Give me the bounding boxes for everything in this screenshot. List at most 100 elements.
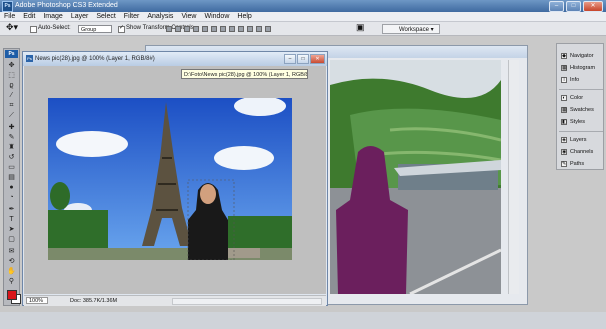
panel-paths-label: Paths [570, 161, 585, 167]
menu-select[interactable]: Select [96, 12, 115, 21]
eraser-tool-icon[interactable]: ▭ [7, 163, 16, 172]
auto-select-checkbox[interactable] [30, 26, 37, 33]
desktop-taskbar [0, 312, 606, 329]
brush-tool-icon[interactable]: ✎ [7, 133, 16, 142]
panel-info[interactable]: i Info [559, 74, 603, 86]
document-canvas[interactable] [48, 98, 292, 260]
clone-stamp-tool-icon[interactable]: ♜ [7, 143, 16, 152]
quick-select-tool-icon[interactable]: ⁄ [7, 91, 16, 100]
panel-swatches[interactable]: ▦ Swatches [559, 104, 603, 116]
auto-select-label: Auto-Select: [38, 25, 71, 31]
panel-histogram[interactable]: ▦ Histogram [559, 62, 603, 74]
menu-filter[interactable]: Filter [124, 12, 140, 21]
paths-icon: ✎ [561, 161, 567, 167]
minimize-button[interactable]: – [549, 1, 564, 12]
document-title: News pic(28).jpg @ 100% (Layer 1, RGB/8#… [35, 56, 155, 62]
menu-window[interactable]: Window [204, 12, 229, 21]
panel-layers[interactable]: ◈ Layers [559, 134, 603, 146]
close-button[interactable]: ✕ [583, 1, 603, 12]
bridge-icon[interactable]: ▣ [356, 23, 365, 32]
align-vcenter-icon[interactable] [175, 26, 181, 32]
foreground-color-swatch[interactable] [7, 290, 17, 300]
panel-navigator[interactable]: ◆ Navigator [559, 50, 603, 62]
crop-tool-icon[interactable]: ⌗ [7, 101, 16, 110]
distribute-hcenter-icon[interactable] [256, 26, 262, 32]
panel-paths[interactable]: ✎ Paths [559, 158, 603, 170]
info-icon: i [561, 77, 567, 83]
pen-tool-icon[interactable]: ✒ [7, 205, 16, 214]
menu-analysis[interactable]: Analysis [147, 12, 173, 21]
background-document-canvas[interactable] [330, 60, 501, 294]
healing-tool-icon[interactable]: ✚ [7, 123, 16, 132]
color-icon: ◐ [561, 95, 567, 101]
hand-tool-icon[interactable]: ✋ [7, 267, 16, 276]
document-minimize-button[interactable]: – [284, 54, 296, 64]
gradient-tool-icon[interactable]: ▤ [7, 173, 16, 182]
dodge-tool-icon[interactable]: ◔ [7, 193, 16, 202]
document-maximize-button[interactable]: □ [297, 54, 309, 64]
blur-tool-icon[interactable]: ● [7, 183, 16, 192]
workspace-button[interactable]: Workspace ▾ [382, 24, 440, 34]
panel-channels-label: Channels [570, 149, 594, 155]
distribute-left-icon[interactable] [247, 26, 253, 32]
path-select-tool-icon[interactable]: ➤ [7, 225, 16, 234]
panel-navigator-label: Navigator [570, 53, 594, 59]
hillside-road-image [330, 60, 501, 294]
document-path-tooltip: D:\Foto\News pic(28).jpg @ 100% (Layer 1… [181, 69, 308, 79]
menu-file[interactable]: File [4, 12, 15, 21]
tools-panel: Ps ✥ ⬚ ϱ ⁄ ⌗ ⟋ ✚ ✎ ♜ ↺ ▭ ▤ ● ◔ ✒ T ➤ ▢ ✉… [3, 48, 21, 306]
app-window-controls: – □ ✕ [549, 1, 603, 12]
eyedropper-tool-icon[interactable]: ⟋ [7, 111, 16, 120]
lasso-tool-icon[interactable]: ϱ [7, 81, 16, 90]
menu-layer[interactable]: Layer [71, 12, 89, 21]
marquee-tool-icon[interactable]: ⬚ [7, 71, 16, 80]
notes-tool-icon[interactable]: ✉ [7, 247, 16, 256]
layers-icon: ◈ [561, 137, 567, 143]
align-left-icon[interactable] [193, 26, 199, 32]
document-titlebar[interactable]: Ps News pic(28).jpg @ 100% (Layer 1, RGB… [23, 52, 327, 66]
distribute-vcenter-icon[interactable] [229, 26, 235, 32]
3d-rotate-tool-icon[interactable]: ⟲ [7, 257, 16, 266]
navigator-icon: ◆ [561, 53, 567, 59]
align-buttons [166, 26, 271, 32]
history-brush-tool-icon[interactable]: ↺ [7, 153, 16, 162]
panel-swatches-label: Swatches [570, 107, 594, 113]
document-horizontal-scrollbar[interactable] [172, 298, 322, 305]
auto-select-group-dropdown[interactable]: Group [78, 25, 112, 33]
move-tool-icon[interactable]: ✥ [7, 61, 16, 70]
eiffel-tower-composite-image [48, 98, 292, 260]
styles-icon: ◧ [561, 119, 567, 125]
panel-color[interactable]: ◐ Color [559, 92, 603, 104]
align-top-icon[interactable] [166, 26, 172, 32]
move-tool-preset-icon[interactable]: ✥▾ [6, 23, 18, 32]
panel-info-label: Info [570, 77, 580, 83]
photoshop-logo-icon: Ps [2, 1, 13, 12]
panel-styles[interactable]: ◧ Styles [559, 116, 603, 128]
distribute-right-icon[interactable] [265, 26, 271, 32]
shape-tool-icon[interactable]: ▢ [7, 235, 16, 244]
distribute-top-icon[interactable] [220, 26, 226, 32]
toolbox-badge: Ps [5, 50, 18, 58]
histogram-icon: ▦ [561, 65, 567, 71]
menu-image[interactable]: Image [43, 12, 62, 21]
zoom-level-field[interactable]: 100% [26, 297, 48, 304]
maximize-button[interactable]: □ [566, 1, 581, 12]
align-bottom-icon[interactable] [184, 26, 190, 32]
align-hcenter-icon[interactable] [202, 26, 208, 32]
menu-edit[interactable]: Edit [23, 12, 35, 21]
document-status-bar: 100% Doc: 385.7K/1.36M [24, 295, 326, 306]
menu-view[interactable]: View [181, 12, 196, 21]
document-size-info[interactable]: Doc: 385.7K/1.36M [70, 297, 117, 305]
menu-help[interactable]: Help [237, 12, 251, 21]
panel-divider [559, 131, 603, 132]
panel-layers-label: Layers [570, 137, 587, 143]
panel-channels[interactable]: ◉ Channels [559, 146, 603, 158]
document-close-button[interactable]: ✕ [310, 54, 325, 64]
show-transform-controls-checkbox[interactable] [118, 24, 125, 33]
type-tool-icon[interactable]: T [7, 215, 16, 224]
distribute-bottom-icon[interactable] [238, 26, 244, 32]
zoom-tool-icon[interactable]: ⚲ [7, 277, 16, 286]
align-right-icon[interactable] [211, 26, 217, 32]
app-titlebar: Ps Adobe Photoshop CS3 Extended – □ ✕ [0, 0, 606, 12]
background-document-scrollbar[interactable] [508, 60, 519, 294]
